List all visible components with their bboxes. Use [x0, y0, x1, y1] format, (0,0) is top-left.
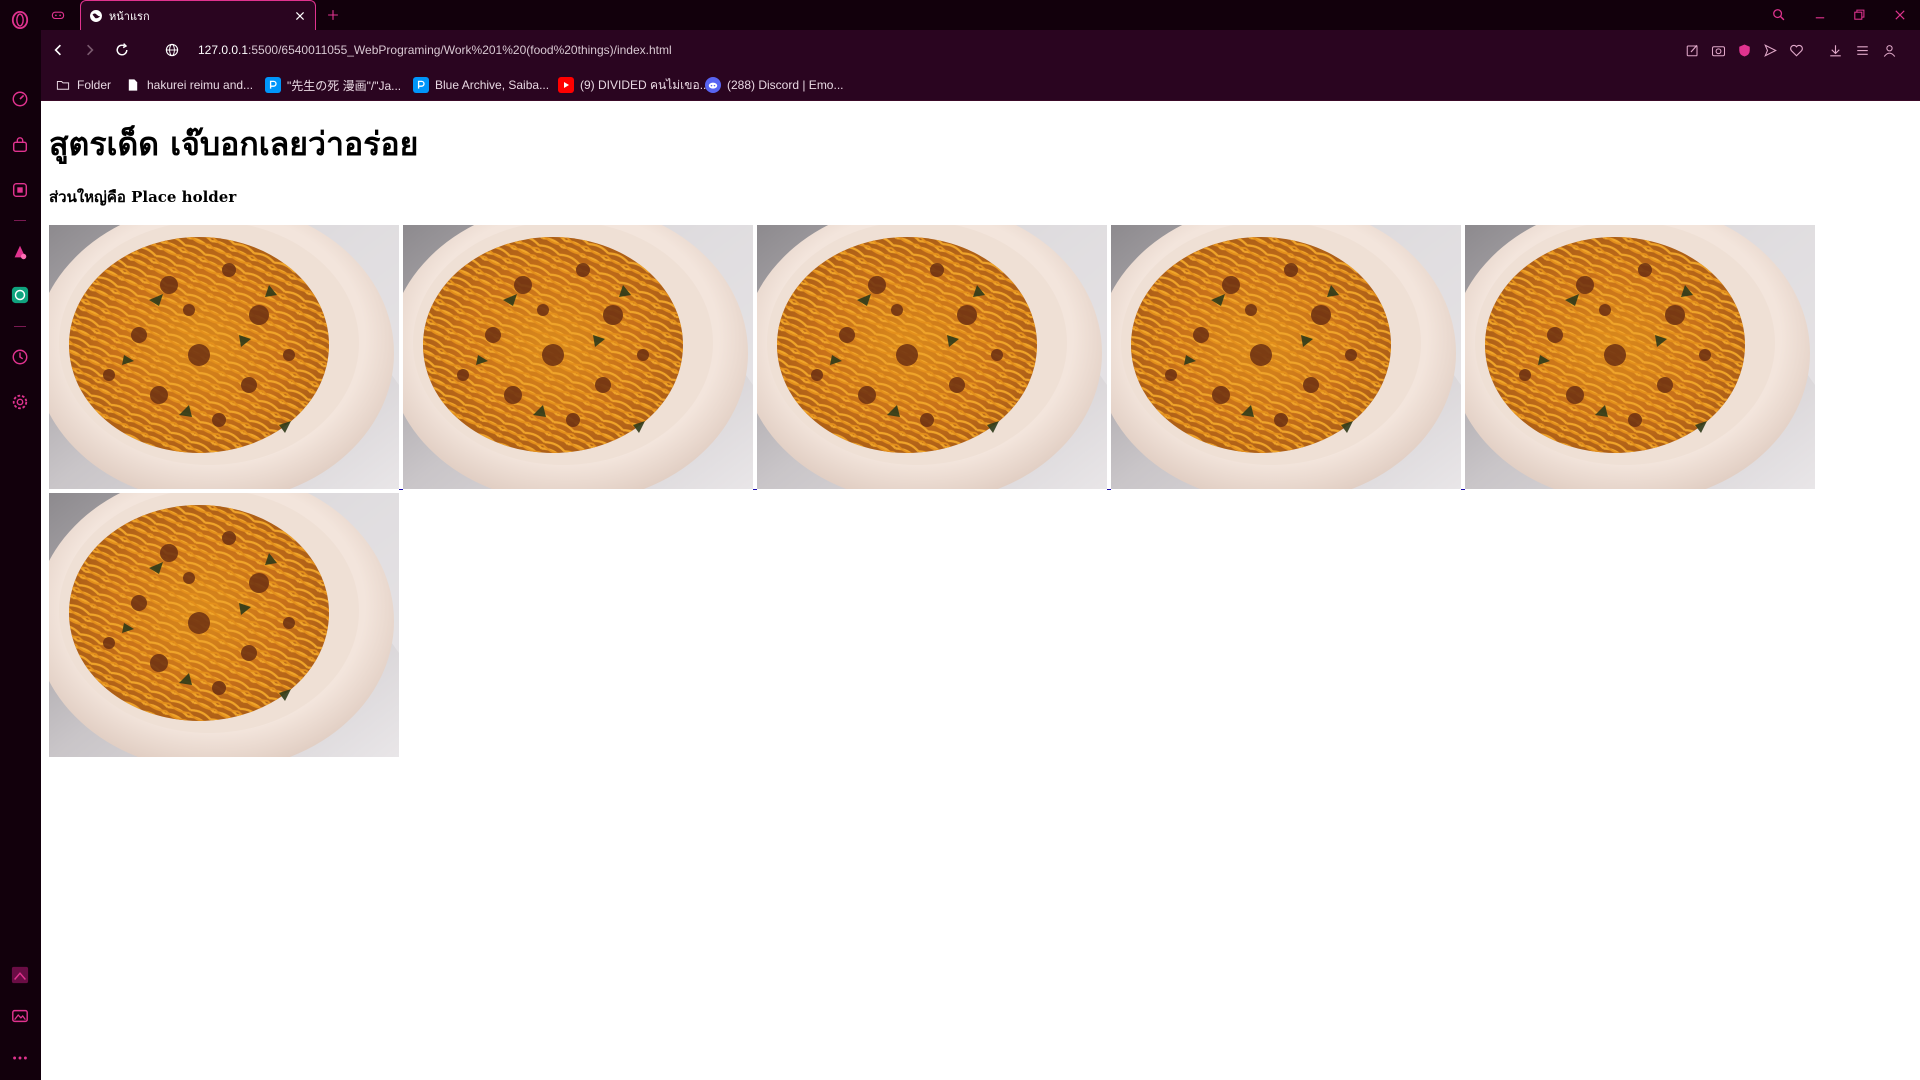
page-viewport: สูตรเด็ด เจ๊บอกเลยว่าอร่อย ส่วนใหญ่คือ P…: [41, 101, 1920, 1080]
opera-logo-icon[interactable]: [8, 8, 32, 32]
bookmark-pixiv-bluearchive[interactable]: Blue Archive, Saiba...: [413, 76, 549, 94]
extensions-icon[interactable]: [8, 178, 32, 202]
profile-icon[interactable]: [1879, 40, 1899, 60]
bookmark-label: Folder: [77, 78, 112, 92]
new-tab-plus-icon[interactable]: [322, 4, 344, 26]
folder-icon: [55, 77, 71, 93]
site-info-globe-icon[interactable]: [161, 39, 183, 61]
edit-share-icon[interactable]: [1682, 40, 1702, 60]
discord-icon: [705, 77, 721, 93]
bookmark-label: hakurei reimu and...: [147, 78, 254, 92]
chatgpt-icon[interactable]: [8, 283, 32, 307]
food-image-link[interactable]: [1111, 225, 1465, 490]
restore-window-icon[interactable]: [1848, 4, 1870, 26]
spaghetti-image: [49, 493, 399, 757]
bookmark-pixiv-sensei[interactable]: "先生の死 漫画"/"Ja...: [265, 76, 401, 94]
tab-strip: หน้าแรก: [41, 0, 1920, 30]
speed-dial-icon[interactable]: [8, 87, 32, 111]
food-image-link[interactable]: [49, 493, 399, 757]
aria-ai-icon[interactable]: [8, 240, 32, 264]
food-image-link[interactable]: [403, 225, 757, 490]
back-arrow-icon[interactable]: [47, 39, 69, 61]
tab-search-icon[interactable]: [1768, 4, 1790, 26]
bookmark-label: "先生の死 漫画"/"Ja...: [287, 78, 402, 93]
bookmark-label: (288) Discord | Emo...: [727, 78, 844, 92]
snapshot-camera-icon[interactable]: [1708, 40, 1728, 60]
food-image-link[interactable]: [49, 225, 403, 490]
close-window-icon[interactable]: [1889, 4, 1911, 26]
address-bar[interactable]: 127.0.0.1:5500/6540011055_WebPrograming/…: [198, 37, 1678, 63]
send-flow-icon[interactable]: [1760, 40, 1780, 60]
image-gallery-icon[interactable]: [8, 1004, 32, 1028]
minimize-window-icon[interactable]: [1809, 4, 1831, 26]
sidebar-divider: [14, 326, 26, 327]
spaghetti-image: [1465, 225, 1815, 489]
bookmark-folder[interactable]: Folder: [55, 76, 111, 94]
sidebar-divider: [14, 220, 26, 221]
youtube-icon: [558, 77, 574, 93]
address-toolbar: 127.0.0.1:5500/6540011055_WebPrograming/…: [41, 30, 1920, 70]
history-icon[interactable]: [8, 345, 32, 369]
food-image-link[interactable]: [757, 225, 1111, 490]
page-icon: [125, 77, 141, 93]
url-path: :5500/6540011055_WebPrograming/Work%201%…: [248, 43, 672, 57]
bookmark-heart-icon[interactable]: [1786, 40, 1806, 60]
bookmarks-bar: Folder hakurei reimu and... "先生の死 漫画"/"J…: [41, 70, 1920, 101]
bookmark-hakurei[interactable]: hakurei reimu and...: [125, 76, 253, 94]
pixiv-icon: [413, 77, 429, 93]
vpn-shield-icon[interactable]: [1734, 40, 1754, 60]
globe-favicon-icon: [90, 9, 102, 22]
bookmark-label: Blue Archive, Saiba...: [435, 78, 550, 92]
bookmark-discord[interactable]: (288) Discord | Emo...: [705, 76, 843, 94]
bookmark-youtube[interactable]: (9) DIVIDED คนไม่เขอ...: [558, 76, 710, 94]
more-options-icon[interactable]: [8, 1046, 32, 1070]
spaghetti-image: [757, 225, 1107, 489]
tab-islands-icon[interactable]: [47, 4, 69, 26]
forward-arrow-icon[interactable]: [79, 39, 101, 61]
spaghetti-image: [403, 225, 753, 489]
page-heading: สูตรเด็ด เจ๊บอกเลยว่าอร่อย: [49, 125, 419, 163]
tab-close-icon[interactable]: [291, 7, 309, 25]
tab-active[interactable]: หน้าแรก: [80, 0, 316, 30]
easy-setup-menu-icon[interactable]: [1852, 40, 1872, 60]
shopping-bag-icon[interactable]: [8, 133, 32, 157]
settings-gear-icon[interactable]: [8, 390, 32, 414]
reload-icon[interactable]: [111, 39, 133, 61]
page-subheading: ส่วนใหญ่คือ Place holder: [49, 188, 237, 206]
browser-sidebar: [0, 0, 42, 1080]
pixiv-icon: [265, 77, 281, 93]
bookmark-label: (9) DIVIDED คนไม่เขอ...: [580, 77, 710, 92]
spaghetti-image: [1111, 225, 1461, 489]
wallpaper-thumbnail-icon[interactable]: [8, 963, 32, 987]
tab-title: หน้าแรก: [109, 10, 150, 23]
spaghetti-image: [49, 225, 399, 489]
download-icon[interactable]: [1825, 40, 1845, 60]
food-image-link[interactable]: [1465, 225, 1815, 489]
url-host: 127.0.0.1: [198, 43, 249, 57]
